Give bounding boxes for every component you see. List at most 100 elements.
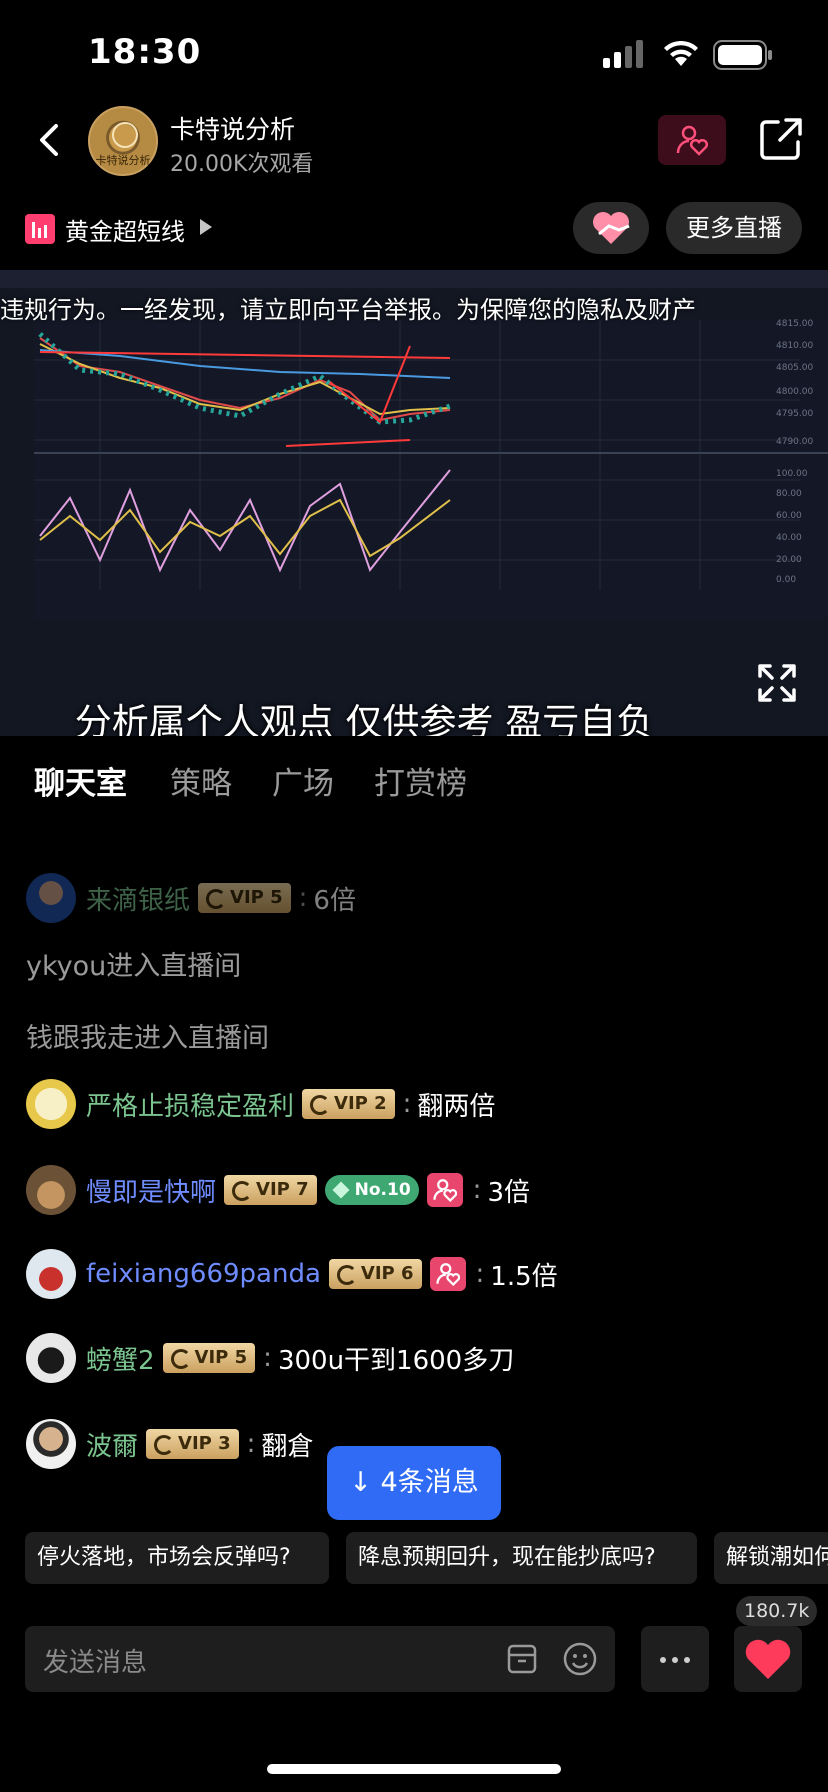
svg-text:0.00: 0.00: [776, 575, 796, 585]
quick-question-chip[interactable]: 解锁潮如何: [714, 1532, 828, 1584]
separator: :: [263, 1343, 272, 1373]
tab-gift-ranking[interactable]: 打赏榜: [374, 758, 467, 803]
more-options-button[interactable]: [641, 1626, 709, 1692]
back-arrow-icon[interactable]: [30, 120, 70, 160]
vip-badge: VIP 7: [224, 1175, 317, 1205]
quick-question-chip[interactable]: 降息预期回升，现在能抄底吗?: [346, 1532, 697, 1584]
host-avatar[interactable]: 卡特说分析: [88, 106, 158, 176]
cellular-signal-icon: [603, 40, 643, 68]
emoji-icon[interactable]: [562, 1641, 598, 1677]
wifi-icon: [664, 40, 698, 66]
share-icon[interactable]: [758, 116, 804, 162]
chat-message: 波爾 VIP 3 : 翻倉: [26, 1416, 313, 1472]
tab-strategy[interactable]: 策略: [170, 758, 232, 803]
message-text: 翻倉: [261, 1431, 314, 1462]
battery-icon: [713, 40, 772, 70]
separator: :: [298, 883, 308, 913]
svg-text:20.00: 20.00: [776, 555, 802, 565]
message-text: 300u干到1600多刀: [277, 1345, 515, 1376]
fan-badge: [429, 1257, 466, 1291]
separator: :: [402, 1089, 412, 1119]
user-avatar[interactable]: [26, 1079, 76, 1129]
message-text: 6倍: [313, 885, 356, 916]
new-messages-label: 4条消息: [380, 1467, 479, 1498]
message-text: 3倍: [487, 1177, 530, 1208]
svg-text:4800.00: 4800.00: [776, 387, 813, 397]
username[interactable]: 波爾: [86, 1426, 138, 1463]
host-name[interactable]: 卡特说分析: [170, 110, 295, 146]
separator: :: [475, 1259, 485, 1289]
username[interactable]: 慢即是快啊: [86, 1172, 216, 1209]
vip-badge: VIP 5: [198, 883, 291, 913]
vip-badge: VIP 5: [162, 1343, 256, 1373]
status-time: 18:30: [88, 32, 202, 72]
svg-text:4810.00: 4810.00: [776, 341, 813, 351]
home-indicator: [267, 1764, 561, 1774]
play-triangle-icon[interactable]: [200, 219, 212, 235]
like-count: 180.7k: [736, 1596, 818, 1626]
svg-text:100.00: 100.00: [776, 469, 808, 479]
chat-message: 严格止损稳定盈利 VIP 2 : 翻两倍: [26, 1076, 495, 1132]
user-avatar[interactable]: [26, 873, 76, 923]
vip-badge: VIP 3: [146, 1429, 239, 1459]
heart-hand-icon: [593, 212, 630, 244]
message-text: 1.5倍: [490, 1261, 558, 1292]
message-input-placeholder: 发送消息: [43, 1648, 148, 1678]
fan-badge: [426, 1173, 463, 1207]
person-heart-icon: [435, 1263, 460, 1286]
rank-badge: No.10: [324, 1175, 419, 1205]
avatar-text: 卡特说分析: [95, 154, 151, 167]
video-chart-frame: 4815.00 4810.00 4805.00 4800.00 4795.00 4790…: [0, 270, 828, 620]
svg-text:4815.00: 4815.00: [776, 319, 813, 329]
view-count: 20.00K次观看: [170, 152, 314, 177]
separator: :: [472, 1175, 482, 1205]
card-icon[interactable]: [506, 1643, 538, 1675]
svg-text:4790.00: 4790.00: [776, 437, 813, 447]
chat-message: 来滴银纸 VIP 5 : 6倍: [26, 870, 356, 926]
channel-name[interactable]: 黄金超短线: [65, 212, 185, 247]
user-avatar[interactable]: [26, 1249, 76, 1299]
channel-row: 黄金超短线 更多直播: [0, 200, 828, 270]
tab-chatroom[interactable]: 聊天室: [34, 758, 127, 803]
user-avatar[interactable]: [26, 1333, 76, 1383]
new-messages-button[interactable]: ↓ 4条消息: [327, 1446, 501, 1520]
channel-chart-icon: [25, 214, 55, 244]
system-message: ykyou进入直播间: [26, 951, 242, 982]
tab-bar: 聊天室 策略 广场 打赏榜: [0, 758, 828, 808]
svg-text:60.00: 60.00: [776, 511, 802, 521]
user-avatar[interactable]: [26, 1419, 76, 1469]
like-button[interactable]: [734, 1626, 802, 1692]
svg-text:40.00: 40.00: [776, 533, 802, 543]
message-text: 翻两倍: [417, 1091, 496, 1122]
svg-text:80.00: 80.00: [776, 489, 802, 499]
chat-message: 螃蟹2 VIP 5 : 300u干到1600多刀: [26, 1330, 514, 1386]
system-message: 钱跟我走进入直播间: [26, 1023, 269, 1054]
down-arrow-icon: ↓: [349, 1467, 381, 1498]
username[interactable]: feixiang669panda: [86, 1259, 321, 1289]
vip-badge: VIP 6: [328, 1259, 422, 1289]
user-avatar[interactable]: [26, 1165, 76, 1215]
svg-text:4795.00: 4795.00: [776, 409, 813, 419]
separator: :: [246, 1429, 256, 1459]
live-header: 卡特说分析 卡特说分析 20.00K次观看: [0, 100, 828, 200]
person-heart-icon: [433, 1179, 457, 1202]
username[interactable]: 严格止损稳定盈利: [86, 1086, 294, 1123]
video-subtitle: 分析属个人观点 仅供参考 盈亏自负: [74, 701, 654, 736]
chat-list[interactable]: 来滴银纸 VIP 5 : 6倍 ykyou进入直播间 钱跟我走进入直播间 严格止…: [0, 870, 828, 1510]
status-bar: 18:30: [0, 0, 828, 100]
warning-marquee: 违规行为。一经发现，请立即向平台举报。为保障您的隐私及财产: [0, 296, 696, 324]
username[interactable]: 螃蟹2: [86, 1340, 155, 1377]
heart-icon: [745, 1639, 791, 1679]
live-video[interactable]: 4815.00 4810.00 4805.00 4800.00 4795.00 4790…: [0, 270, 828, 736]
quick-question-chip[interactable]: 停火落地，市场会反弹吗?: [25, 1532, 329, 1584]
chat-message: feixiang669panda VIP 6 : 1.5倍: [26, 1246, 558, 1302]
follow-button[interactable]: [658, 115, 726, 165]
username[interactable]: 来滴银纸: [86, 880, 190, 917]
vip-badge: VIP 2: [302, 1089, 395, 1119]
tab-plaza[interactable]: 广场: [272, 758, 334, 803]
more-live-button[interactable]: 更多直播: [666, 202, 802, 254]
svg-text:4805.00: 4805.00: [776, 363, 813, 373]
message-input[interactable]: 发送消息: [25, 1626, 615, 1692]
avatar-seal-icon: [112, 122, 138, 148]
support-heart-button[interactable]: [573, 202, 649, 254]
